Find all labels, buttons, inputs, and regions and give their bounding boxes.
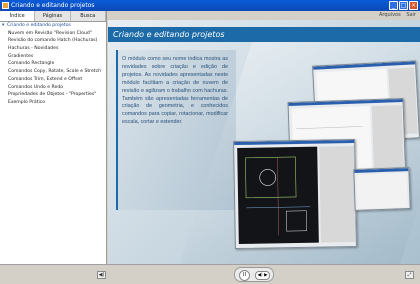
files-link[interactable]: Arquivos [379,12,401,18]
toc-item[interactable]: Gradientes [0,53,106,61]
window-title: Criando e editando projetos [11,2,95,9]
left-panel: Índice Páginas Busca ▾ Criando e editando… [0,11,107,264]
tab-strip: Índice Páginas Busca [0,11,106,22]
toc-item[interactable]: Nuvem em Revisão "Revision Cloud" [0,30,106,38]
volume-button[interactable]: ◀) ▶ [255,271,270,280]
tab-index[interactable]: Índice [0,11,36,21]
cad-drawing [245,156,311,236]
tab-pages[interactable]: Páginas [35,11,71,21]
media-player: II ◀) ▶ [234,267,274,282]
content-area: Criando e editando projetos O módulo com… [108,20,420,264]
table-of-contents: ▾ Criando e editando projetos Nuvem em Re… [0,22,106,107]
toc-parent-label: Criando e editando projetos [7,23,71,28]
tab-search[interactable]: Busca [70,11,106,21]
minimize-button[interactable]: _ [389,1,398,10]
window-controls: _ □ × [389,1,418,10]
bottom-bar: ◀) II ◀) ▶ ⤢ [0,264,420,284]
toc-item[interactable]: Comandos Copy, Rotate, Scale e Stretch [0,68,106,76]
toc-item[interactable]: Hachuras - Novidades [0,45,106,53]
toc-parent-item[interactable]: ▾ Criando e editando projetos [0,22,106,30]
toc-item[interactable]: Comandos Undo e Redo [0,84,106,92]
pause-button[interactable]: II [239,270,250,281]
toc-item[interactable]: Revisão do comando Hatch (Hachuras) [0,37,106,45]
body-text: O módulo como seu nome indica mostra as … [122,56,228,126]
app-icon [2,2,9,9]
toc-item[interactable]: Propriedades de Objetos - "Properties" [0,91,106,99]
close-button[interactable]: × [409,1,418,10]
screenshot-thumbnail [353,167,411,211]
toc-item[interactable]: Exemplo Prático [0,99,106,107]
toc-item[interactable]: Comandos Trim, Extend e Offset [0,76,106,84]
fullscreen-icon[interactable]: ⤢ [405,271,414,279]
back-icon[interactable]: ◀) [97,271,106,279]
maximize-button[interactable]: □ [399,1,408,10]
screenshot-thumbnail [233,138,357,250]
toc-item[interactable]: Comando Rectangle [0,60,106,68]
title-bar: Criando e editando projetos _ □ × [0,0,420,11]
page-title: Criando e editando projetos [113,30,225,39]
top-links: Arquivos Sair [375,12,416,18]
exit-link[interactable]: Sair [406,12,416,18]
content-header: Criando e editando projetos [108,27,420,42]
